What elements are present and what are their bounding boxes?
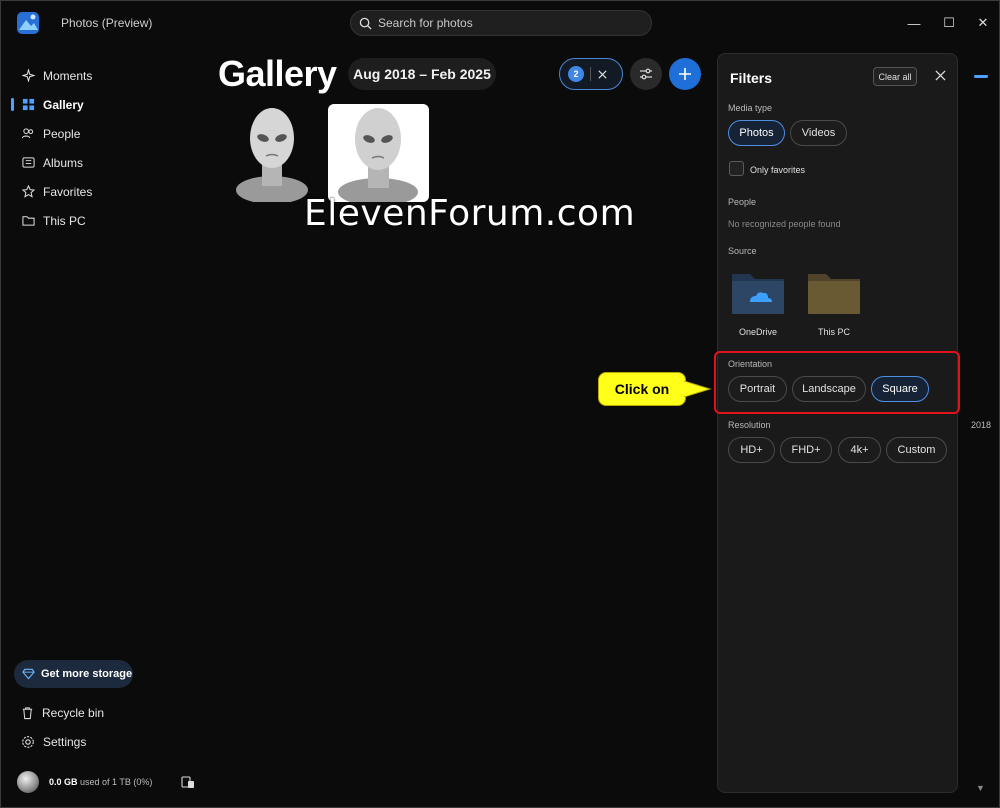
sidebar-item-label: Gallery bbox=[43, 97, 84, 112]
grid-icon bbox=[21, 98, 35, 112]
only-favorites-label: Only favorites bbox=[750, 165, 806, 175]
date-range-button[interactable]: Aug 2018 – Feb 2025 bbox=[348, 58, 496, 90]
avatar bbox=[17, 771, 39, 793]
sidebar-nav: Moments Gallery People Albums Favorites bbox=[11, 61, 191, 235]
sidebar-item-people[interactable]: People bbox=[11, 119, 191, 148]
app-title: Photos (Preview) bbox=[61, 16, 153, 30]
sidebar-item-label: Moments bbox=[43, 68, 93, 83]
watermark-text: ElevenForum.com bbox=[304, 193, 636, 234]
orientation-highlight-box bbox=[714, 351, 960, 414]
sidebar-item-gallery[interactable]: Gallery bbox=[11, 90, 191, 119]
search-input[interactable] bbox=[378, 16, 628, 30]
onedrive-label: OneDrive bbox=[738, 327, 777, 337]
storage-total: used of 1 TB (0%) bbox=[80, 777, 153, 787]
only-favorites-checkbox[interactable] bbox=[729, 161, 744, 176]
close-icon bbox=[934, 69, 946, 81]
storage-button-label: Get more storage bbox=[41, 668, 133, 680]
settings-label: Settings bbox=[43, 735, 87, 749]
sidebar-item-albums[interactable]: Albums bbox=[11, 148, 191, 177]
sidebar-item-this-pc[interactable]: This PC bbox=[11, 206, 191, 235]
chip-4k[interactable]: 4k+ bbox=[838, 437, 881, 463]
alien-bust-image bbox=[236, 108, 308, 202]
this-pc-label: This PC bbox=[817, 327, 850, 337]
sparkle-icon bbox=[21, 69, 35, 83]
timeline-marker[interactable] bbox=[974, 75, 988, 78]
sliders-icon bbox=[640, 68, 652, 80]
active-filters-pill[interactable]: 2 bbox=[559, 58, 623, 90]
alien-bust-image bbox=[338, 108, 418, 202]
people-icon bbox=[21, 127, 35, 141]
star-icon bbox=[21, 185, 35, 199]
photos-window: Photos (Preview) — ☐ ✕ Moments Gallery bbox=[0, 0, 1000, 808]
filter-settings-button[interactable] bbox=[630, 58, 662, 90]
filters-title: Filters bbox=[730, 70, 773, 86]
sidebar-item-settings[interactable]: Settings bbox=[21, 735, 86, 749]
onedrive-folder-icon bbox=[732, 274, 784, 314]
storage-used: 0.0 GB bbox=[49, 777, 78, 787]
sidebar-item-recycle-bin[interactable]: Recycle bin bbox=[21, 706, 104, 720]
filters-panel: Filters Clear all Media type Photos Vide… bbox=[717, 53, 958, 793]
sidebar-item-favorites[interactable]: Favorites bbox=[11, 177, 191, 206]
device-sync-icon[interactable] bbox=[181, 775, 195, 789]
filter-count-badge: 2 bbox=[568, 66, 584, 82]
source-this-pc[interactable]: This PC bbox=[804, 270, 864, 337]
callout-pointer bbox=[684, 381, 712, 397]
pill-divider bbox=[590, 67, 591, 81]
sidebar-item-moments[interactable]: Moments bbox=[11, 61, 191, 90]
people-empty-text: No recognized people found bbox=[728, 219, 841, 229]
photo-thumbnail[interactable] bbox=[229, 104, 315, 202]
plus-icon bbox=[679, 68, 691, 80]
get-more-storage-button[interactable]: Get more storage bbox=[14, 660, 133, 688]
maximize-button[interactable]: ☐ bbox=[939, 13, 959, 33]
resolution-label: Resolution bbox=[728, 420, 771, 430]
clear-all-button[interactable]: Clear all bbox=[873, 67, 917, 86]
scroll-down-icon[interactable]: ▼ bbox=[976, 783, 985, 793]
diamond-icon bbox=[22, 668, 35, 680]
sidebar-item-label: This PC bbox=[43, 213, 86, 228]
folder-icon bbox=[21, 214, 35, 228]
close-filters-button[interactable] bbox=[932, 67, 948, 83]
chip-custom[interactable]: Custom bbox=[886, 437, 947, 463]
sidebar-item-label: Albums bbox=[43, 155, 84, 170]
sidebar-item-label: Favorites bbox=[43, 184, 93, 199]
album-icon bbox=[21, 156, 35, 170]
recycle-bin-label: Recycle bin bbox=[42, 706, 105, 720]
timeline-year-label: 2018 bbox=[971, 420, 992, 430]
chip-hd[interactable]: HD+ bbox=[728, 437, 775, 463]
sidebar-item-label: People bbox=[43, 126, 81, 141]
chip-fhd[interactable]: FHD+ bbox=[780, 437, 832, 463]
page-title: Gallery bbox=[218, 53, 337, 94]
clear-filters-icon[interactable] bbox=[597, 69, 608, 80]
trash-icon bbox=[22, 707, 33, 720]
chip-videos[interactable]: Videos bbox=[790, 120, 847, 146]
media-type-label: Media type bbox=[728, 103, 773, 113]
chip-photos[interactable]: Photos bbox=[728, 120, 785, 146]
account-storage-row[interactable]: 0.0 GB used of 1 TB (0%) bbox=[17, 771, 152, 793]
minimize-button[interactable]: — bbox=[904, 13, 924, 33]
add-button[interactable] bbox=[669, 58, 701, 90]
source-onedrive[interactable]: OneDrive bbox=[728, 270, 788, 337]
folder-icon bbox=[808, 274, 860, 314]
search-box[interactable] bbox=[350, 10, 652, 36]
gear-icon bbox=[22, 736, 34, 748]
callout-bubble: Click on bbox=[598, 372, 686, 406]
people-label: People bbox=[728, 197, 757, 207]
search-icon bbox=[359, 17, 372, 30]
close-button[interactable]: ✕ bbox=[973, 13, 993, 33]
photo-thumbnail[interactable] bbox=[328, 104, 429, 202]
photos-app-icon bbox=[16, 11, 40, 35]
source-label: Source bbox=[728, 246, 757, 256]
